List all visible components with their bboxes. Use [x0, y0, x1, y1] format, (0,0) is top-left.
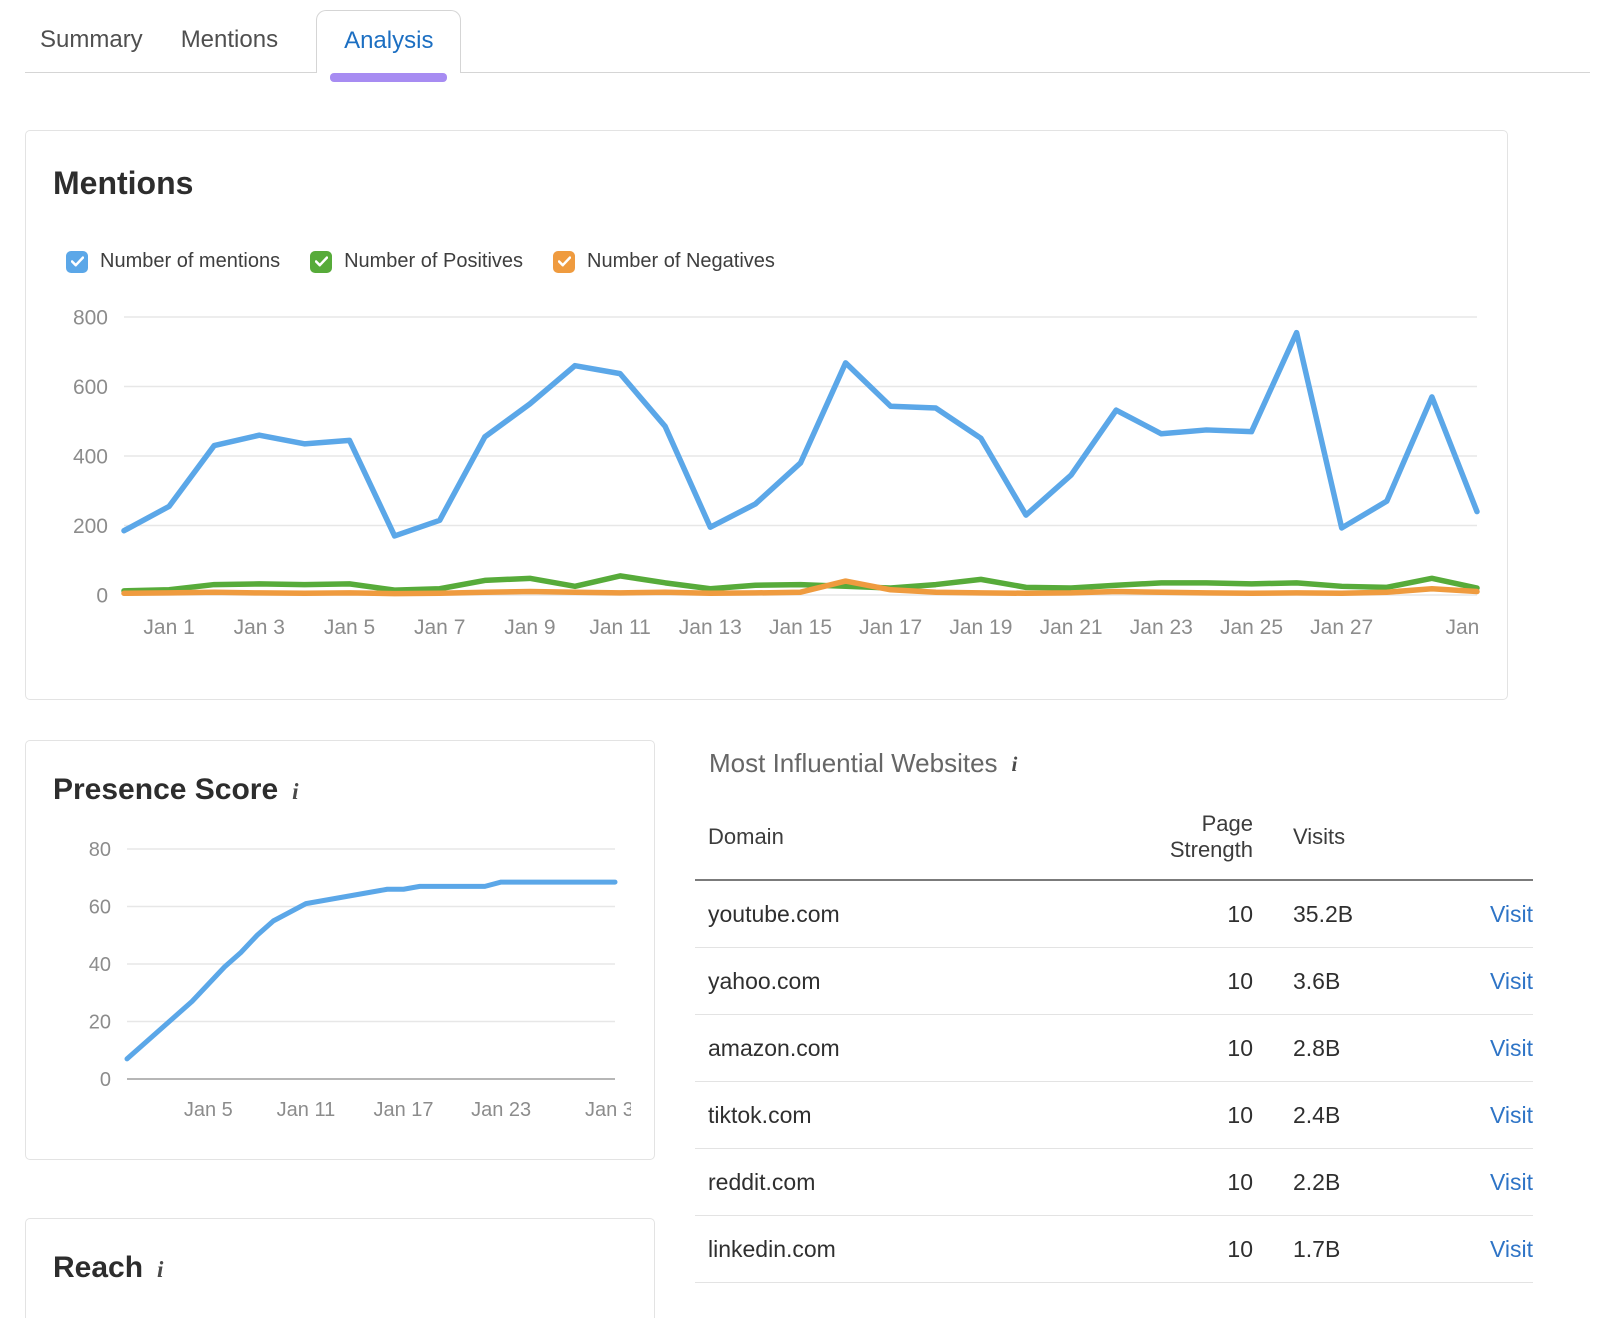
- reach-title-text: Reach: [53, 1251, 143, 1285]
- influential-websites-title: Most Influential Websites i: [709, 748, 1533, 779]
- page-strength-cell: 10: [1123, 1035, 1253, 1062]
- visits-cell: 2.4B: [1253, 1102, 1438, 1129]
- presence-score-card: Presence Score i 0 20 40 60 80 Jan 5 Jan 11 Jan…: [25, 740, 655, 1160]
- domain-cell: amazon.com: [695, 1035, 1123, 1062]
- svg-text:Jan 13: Jan 13: [679, 616, 742, 639]
- tab-bar: Summary Mentions Analysis: [25, 10, 1590, 73]
- domain-cell: yahoo.com: [695, 968, 1123, 995]
- presence-score-title: Presence Score i: [53, 773, 654, 807]
- mentions-line-chart: 0 200 400 600 800 Jan 1 Jan 3 Jan 5 Jan 7 Jan 9 Ja…: [50, 299, 1485, 651]
- visit-link[interactable]: Visit: [1490, 1035, 1533, 1061]
- column-header-domain: Domain: [695, 824, 1123, 850]
- svg-text:Jan 23: Jan 23: [471, 1099, 531, 1121]
- svg-text:0: 0: [100, 1069, 111, 1091]
- legend-label-negatives: Number of Negatives: [587, 250, 775, 273]
- page-strength-cell: 10: [1123, 1102, 1253, 1129]
- svg-text:Jan 30: Jan 30: [585, 1099, 631, 1121]
- legend-item-mentions[interactable]: Number of mentions: [66, 250, 280, 273]
- svg-text:Jan 9: Jan 9: [504, 616, 555, 639]
- info-icon[interactable]: i: [292, 779, 298, 805]
- svg-text:Jan 17: Jan 17: [859, 616, 922, 639]
- mentions-chart-legend: Number of mentions Number of Positives N…: [66, 250, 1507, 273]
- table-row: amazon.com 10 2.8B Visit: [695, 1015, 1533, 1082]
- table-row: yahoo.com 10 3.6B Visit: [695, 948, 1533, 1015]
- svg-text:Jan 30: Jan 30: [1445, 616, 1485, 639]
- visit-link[interactable]: Visit: [1490, 1169, 1533, 1195]
- tab-analysis-label: Analysis: [344, 27, 433, 54]
- active-tab-underline: [330, 73, 447, 82]
- svg-text:Jan 21: Jan 21: [1040, 616, 1103, 639]
- domain-cell: youtube.com: [695, 901, 1123, 928]
- legend-label-mentions: Number of mentions: [100, 250, 280, 273]
- page-strength-cell: 10: [1123, 1236, 1253, 1263]
- svg-text:Jan 17: Jan 17: [374, 1099, 434, 1121]
- svg-text:Jan 11: Jan 11: [589, 616, 651, 639]
- table-row: youtube.com 10 35.2B Visit: [695, 881, 1533, 948]
- domain-cell: reddit.com: [695, 1169, 1123, 1196]
- influential-websites-table: Domain Page Strength Visits youtube.com …: [695, 811, 1533, 1283]
- svg-text:Jan 3: Jan 3: [234, 616, 285, 639]
- checkbox-checked-icon: [553, 251, 575, 273]
- tab-mentions[interactable]: Mentions: [181, 10, 278, 72]
- page-strength-cell: 10: [1123, 901, 1253, 928]
- reach-title: Reach i: [53, 1251, 654, 1285]
- visits-cell: 35.2B: [1253, 901, 1438, 928]
- visits-cell: 2.8B: [1253, 1035, 1438, 1062]
- legend-item-positives[interactable]: Number of Positives: [310, 250, 523, 273]
- visits-cell: 2.2B: [1253, 1169, 1438, 1196]
- svg-text:Jan 11: Jan 11: [277, 1099, 336, 1121]
- table-row: linkedin.com 10 1.7B Visit: [695, 1216, 1533, 1283]
- svg-text:400: 400: [73, 445, 108, 468]
- domain-cell: tiktok.com: [695, 1102, 1123, 1129]
- column-header-visits: Visits: [1253, 824, 1438, 850]
- svg-text:Jan 1: Jan 1: [143, 616, 194, 639]
- svg-text:Jan 23: Jan 23: [1130, 616, 1193, 639]
- svg-text:Jan 5: Jan 5: [324, 616, 375, 639]
- tab-summary[interactable]: Summary: [40, 10, 143, 72]
- table-row: reddit.com 10 2.2B Visit: [695, 1149, 1533, 1216]
- presence-score-line-chart: 0 20 40 60 80 Jan 5 Jan 11 Jan 17 Jan 23 Jan 30: [51, 831, 631, 1131]
- checkbox-checked-icon: [310, 251, 332, 273]
- visit-link[interactable]: Visit: [1490, 1236, 1533, 1262]
- influential-websites-section: Most Influential Websites i Domain Page …: [695, 740, 1533, 1283]
- svg-text:Jan 19: Jan 19: [949, 616, 1012, 639]
- svg-text:20: 20: [89, 1012, 111, 1034]
- legend-label-positives: Number of Positives: [344, 250, 523, 273]
- legend-item-negatives[interactable]: Number of Negatives: [553, 250, 775, 273]
- info-icon[interactable]: i: [157, 1257, 163, 1283]
- influential-websites-title-text: Most Influential Websites: [709, 748, 998, 779]
- svg-text:600: 600: [73, 376, 108, 399]
- column-header-page-strength: Page Strength: [1123, 811, 1253, 863]
- visits-cell: 1.7B: [1253, 1236, 1438, 1263]
- svg-text:0: 0: [96, 584, 108, 607]
- visits-cell: 3.6B: [1253, 968, 1438, 995]
- mentions-card-title: Mentions: [53, 165, 1507, 202]
- page-strength-cell: 10: [1123, 968, 1253, 995]
- svg-text:80: 80: [89, 839, 111, 861]
- svg-text:200: 200: [73, 515, 108, 538]
- info-icon[interactable]: i: [1012, 752, 1018, 777]
- svg-text:Jan 25: Jan 25: [1220, 616, 1283, 639]
- page-strength-cell: 10: [1123, 1169, 1253, 1196]
- visit-link[interactable]: Visit: [1490, 1102, 1533, 1128]
- svg-text:40: 40: [89, 954, 111, 976]
- svg-text:800: 800: [73, 306, 108, 329]
- svg-text:Jan 27: Jan 27: [1310, 616, 1373, 639]
- tab-analysis[interactable]: Analysis: [316, 10, 461, 73]
- reach-card: Reach i: [25, 1218, 655, 1318]
- table-row: tiktok.com 10 2.4B Visit: [695, 1082, 1533, 1149]
- analysis-page: Summary Mentions Analysis Mentions Numbe…: [0, 0, 1600, 1318]
- presence-score-title-text: Presence Score: [53, 773, 278, 807]
- checkbox-checked-icon: [66, 251, 88, 273]
- visit-link[interactable]: Visit: [1490, 968, 1533, 994]
- svg-text:Jan 5: Jan 5: [184, 1099, 233, 1121]
- svg-text:Jan 7: Jan 7: [414, 616, 465, 639]
- svg-text:Jan 15: Jan 15: [769, 616, 832, 639]
- mentions-card: Mentions Number of mentions Number of Po…: [25, 130, 1508, 700]
- table-header-row: Domain Page Strength Visits: [695, 811, 1533, 881]
- visit-link[interactable]: Visit: [1490, 901, 1533, 927]
- domain-cell: linkedin.com: [695, 1236, 1123, 1263]
- svg-text:60: 60: [89, 897, 111, 919]
